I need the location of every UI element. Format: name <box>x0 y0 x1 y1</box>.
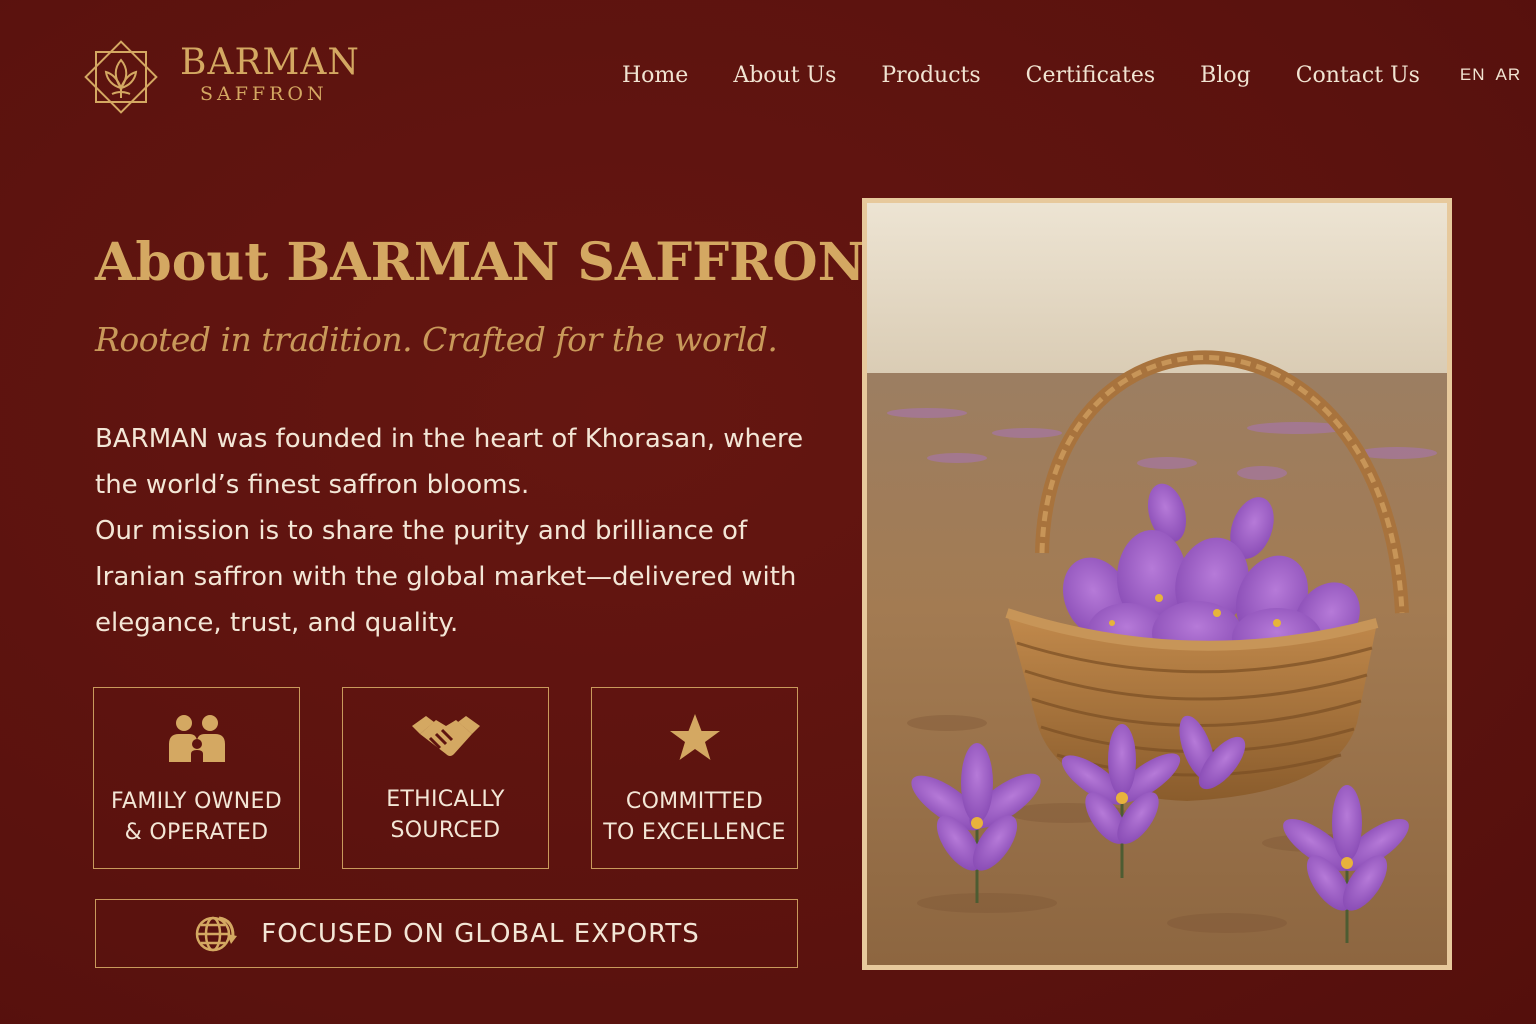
feature-card-family: Family owned & operated <box>93 687 300 869</box>
page-title: About BARMAN SAFFRON <box>95 232 866 293</box>
nav-contact-us[interactable]: Contact Us <box>1296 63 1420 88</box>
description-line: Our mission is to share the purity and b… <box>95 516 748 546</box>
star-icon <box>669 714 720 760</box>
nav-about-us[interactable]: About Us <box>733 63 836 88</box>
nav-blog[interactable]: Blog <box>1200 63 1251 88</box>
export-banner: Focused on global exports <box>95 899 798 968</box>
description-line: Iranian saffron with the global market—d… <box>95 562 797 592</box>
handshake-icon <box>411 716 480 756</box>
lang-en-button[interactable]: EN <box>1460 65 1486 85</box>
main-nav: Home About Us Products Certificates Blog… <box>622 58 1531 92</box>
brand-logo[interactable]: BARMAN SAFFRON <box>78 34 360 120</box>
saffron-photo-frame <box>862 198 1452 970</box>
feature-label: Ethically sourced <box>386 787 505 843</box>
feature-label: Committed to excellence <box>603 789 786 845</box>
brand-subtitle: SAFFRON <box>200 83 328 105</box>
feature-card-excellence: Committed to excellence <box>591 687 798 869</box>
export-label: Focused on global exports <box>261 918 700 949</box>
nav-certificates[interactable]: Certificates <box>1026 63 1156 88</box>
nav-products[interactable]: Products <box>881 63 980 88</box>
brand-name: BARMAN <box>180 42 360 83</box>
globe-icon <box>196 916 238 951</box>
tagline: Rooted in tradition. Crafted for the wor… <box>95 320 778 359</box>
feature-label: Family owned & operated <box>111 789 282 845</box>
description-line: the world’s finest saffron blooms. <box>95 470 530 500</box>
about-description: BARMAN was founded in the heart of Khora… <box>95 416 830 646</box>
description-line: BARMAN was founded in the heart of Khora… <box>95 424 804 454</box>
saffron-basket-photo <box>867 203 1447 965</box>
description-line: elegance, trust, and quality. <box>95 608 459 638</box>
nav-home[interactable]: Home <box>622 63 688 88</box>
lotus-emblem-icon <box>84 40 158 114</box>
family-icon <box>168 715 225 762</box>
saffron-basket-illustration <box>867 203 1447 965</box>
feature-card-ethical: Ethically sourced <box>342 687 549 869</box>
lang-ar-button[interactable]: AR <box>1496 65 1522 85</box>
